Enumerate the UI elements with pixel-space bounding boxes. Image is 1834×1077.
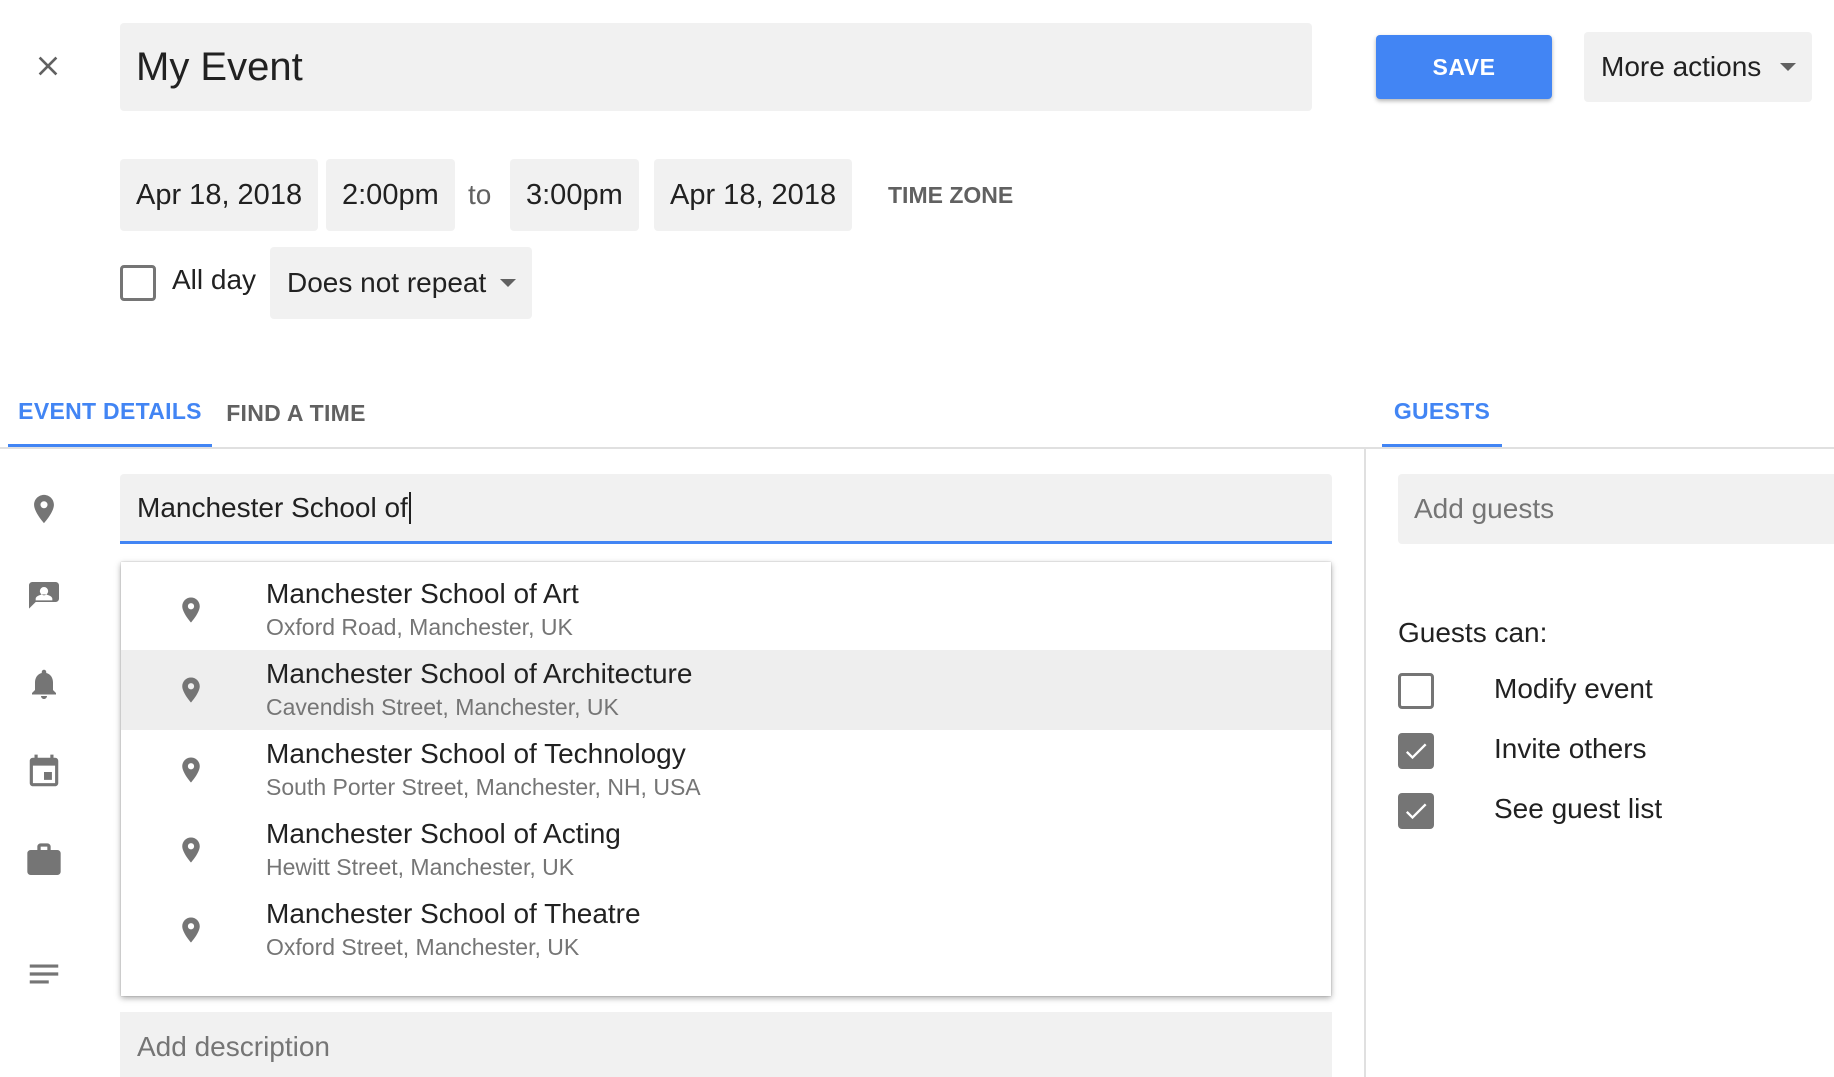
close-button[interactable] [22, 40, 74, 92]
suggestion-address: South Porter Street, Manchester, NH, USA [266, 774, 701, 800]
add-guests-placeholder: Add guests [1414, 493, 1555, 524]
tabs-divider [0, 447, 1834, 449]
start-time-text: 2:00pm [342, 178, 439, 211]
suggestion-name: Manchester School of Acting [266, 818, 621, 849]
location-pin-icon [171, 750, 211, 790]
tab-guests[interactable]: GUESTS [1382, 378, 1502, 448]
event-title-input[interactable]: My Event [120, 23, 1312, 111]
location-suggestions-dropdown: Manchester School of Art Oxford Road, Ma… [121, 562, 1331, 996]
location-pin-icon [171, 830, 211, 870]
suggestion-name: Manchester School of Architecture [266, 658, 693, 689]
save-button[interactable]: SAVE [1376, 35, 1552, 99]
suggestion-item[interactable]: Manchester School of Acting Hewitt Stree… [121, 810, 1331, 890]
all-day-label: All day [172, 264, 257, 295]
suggestion-name: Manchester School of Technology [266, 738, 686, 769]
panel-divider [1364, 449, 1366, 1077]
end-time-text: 3:00pm [526, 178, 623, 211]
notes-icon [22, 952, 66, 996]
tab-find-a-time[interactable]: FIND A TIME [212, 378, 380, 448]
timezone-button[interactable]: TIME ZONE [868, 159, 1033, 231]
permission-label: Modify event [1494, 673, 1653, 704]
start-time-field[interactable]: 2:00pm [326, 159, 455, 231]
to-label: to [468, 179, 492, 210]
bell-icon [22, 662, 66, 706]
chevron-down-icon [500, 279, 516, 287]
suggestion-item[interactable]: Manchester School of Art Oxford Road, Ma… [121, 570, 1331, 650]
repeat-select[interactable]: Does not repeat [270, 247, 532, 319]
add-guests-input[interactable]: Add guests [1398, 474, 1834, 544]
checkmark-icon [1405, 803, 1427, 820]
chevron-down-icon [1780, 63, 1796, 71]
tab-event-details-label: EVENT DETAILS [18, 397, 202, 424]
suggestion-item[interactable]: Manchester School of Technology South Po… [121, 730, 1331, 810]
location-pin-icon [171, 670, 211, 710]
tab-guests-label: GUESTS [1393, 397, 1491, 424]
see-guest-list-checkbox[interactable] [1398, 793, 1434, 829]
tab-find-a-time-label: FIND A TIME [226, 399, 366, 426]
location-pin-icon [22, 487, 66, 531]
suggestion-address: Oxford Street, Manchester, UK [266, 934, 580, 960]
save-button-label: SAVE [1432, 53, 1496, 80]
end-date-text: Apr 18, 2018 [670, 178, 837, 211]
checkmark-icon [1405, 743, 1427, 760]
suggestion-name: Manchester School of Theatre [266, 898, 641, 929]
description-placeholder: Add description [137, 1031, 331, 1062]
invite-others-checkbox[interactable] [1398, 733, 1434, 769]
timezone-label: TIME ZONE [888, 181, 1014, 208]
all-day-checkbox[interactable] [120, 265, 156, 301]
suggestion-address: Oxford Road, Manchester, UK [266, 614, 573, 640]
contact-card-icon [22, 575, 66, 619]
end-date-field[interactable]: Apr 18, 2018 [654, 159, 853, 231]
close-icon [38, 56, 58, 76]
suggestion-address: Hewitt Street, Manchester, UK [266, 854, 575, 880]
briefcase-icon [22, 838, 66, 882]
modify-event-checkbox[interactable] [1398, 673, 1434, 709]
location-input[interactable]: Manchester School of [120, 474, 1332, 544]
guests-can-heading: Guests can: [1398, 617, 1548, 648]
suggestion-name: Manchester School of Art [266, 578, 579, 609]
repeat-value: Does not repeat [287, 267, 487, 298]
start-date-text: Apr 18, 2018 [136, 178, 303, 211]
location-input-text: Manchester School of [137, 491, 408, 523]
suggestion-item[interactable]: Manchester School of Theatre Oxford Stre… [121, 890, 1331, 970]
event-title-text: My Event [136, 44, 303, 89]
location-pin-icon [171, 910, 211, 950]
more-actions-label: More actions [1601, 51, 1762, 82]
suggestion-item-highlighted[interactable]: Manchester School of Architecture Cavend… [121, 650, 1331, 730]
tab-event-details[interactable]: EVENT DETAILS [8, 378, 212, 448]
suggestion-address: Cavendish Street, Manchester, UK [266, 694, 619, 720]
more-actions-button[interactable]: More actions [1584, 32, 1812, 102]
location-pin-icon [171, 590, 211, 630]
description-input[interactable]: Add description [120, 1012, 1332, 1077]
start-date-field[interactable]: Apr 18, 2018 [120, 159, 319, 231]
end-time-field[interactable]: 3:00pm [510, 159, 639, 231]
permission-label: See guest list [1494, 793, 1663, 824]
text-cursor [408, 491, 411, 524]
calendar-icon [22, 750, 66, 794]
permission-label: Invite others [1494, 733, 1647, 764]
